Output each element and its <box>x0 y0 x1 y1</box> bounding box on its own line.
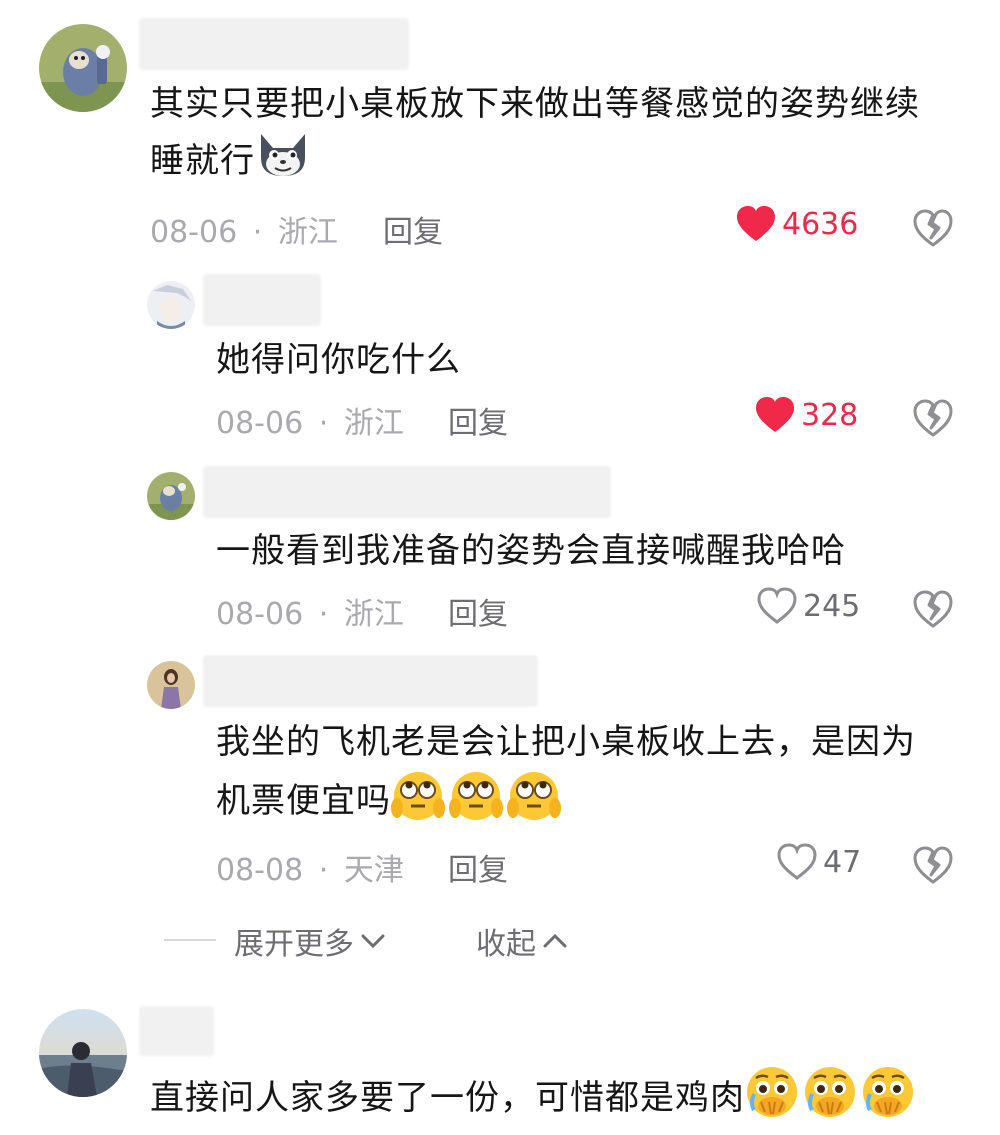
broken-heart-icon <box>913 846 953 884</box>
like-count: 47 <box>823 844 862 880</box>
avatar[interactable] <box>39 1009 127 1097</box>
dislike-button[interactable] <box>913 589 953 633</box>
comment-location: 浙江 <box>343 406 404 441</box>
chevron-down-icon <box>361 934 385 949</box>
collapse-button[interactable]: 收起 <box>476 919 568 963</box>
reply-button[interactable]: 回复 <box>448 398 508 442</box>
comment-date: 08-08 <box>216 853 304 888</box>
broken-heart-icon <box>913 399 953 437</box>
reply-button[interactable]: 回复 <box>448 845 508 889</box>
username-redacted[interactable] <box>203 655 538 707</box>
broken-heart-icon <box>913 209 953 247</box>
divider-line <box>164 939 216 941</box>
comment-date: 08-06 <box>216 406 304 441</box>
comment-text: 直接问人家多要了一份，可惜都是鸡肉 <box>150 1064 990 1135</box>
meta-separator: · <box>252 215 263 250</box>
reply-text: 她得问你吃什么 <box>216 340 461 380</box>
avatar[interactable] <box>39 24 127 112</box>
comment-location: 浙江 <box>277 215 338 250</box>
avatar[interactable] <box>147 661 195 709</box>
like-count: 328 <box>801 397 859 433</box>
like-button[interactable]: 328 <box>755 396 858 434</box>
like-count: 4636 <box>782 206 859 242</box>
comment-meta: 08-08 · 天津 <box>216 845 404 889</box>
like-button[interactable]: 4636 <box>736 205 858 243</box>
heart-filled-icon <box>737 206 775 241</box>
dislike-button[interactable] <box>913 845 953 889</box>
comment-text: 其实只要把小桌板放下来做出等餐感觉的姿势继续 睡就行 <box>150 78 980 195</box>
reply-button[interactable]: 回复 <box>448 589 508 633</box>
eye-roll-emoji <box>391 768 565 837</box>
dislike-button[interactable] <box>913 208 953 252</box>
heart-filled-icon <box>756 397 794 432</box>
reply-button[interactable]: 回复 <box>383 207 443 251</box>
comment-date: 08-06 <box>150 215 238 250</box>
comment-meta: 08-06 · 浙江 <box>216 589 404 633</box>
comment-date: 08-06 <box>216 597 304 632</box>
username-redacted[interactable] <box>139 18 409 70</box>
heart-outline-icon <box>757 587 797 624</box>
chevron-up-icon <box>543 933 567 948</box>
reply-text: 我坐的飞机老是会让把小桌板收上去，是因为 机票便宜吗 <box>216 716 976 837</box>
like-count: 245 <box>803 588 861 624</box>
username-redacted[interactable] <box>203 466 611 518</box>
heart-outline-icon <box>777 843 817 880</box>
wolf-grin-emoji <box>255 130 311 195</box>
comment-meta: 08-06 · 浙江 <box>216 398 404 442</box>
broken-heart-icon <box>913 590 953 628</box>
collapse-label: 收起 <box>476 927 536 962</box>
like-button[interactable]: 47 <box>777 843 861 881</box>
meta-separator: · <box>318 597 329 632</box>
expand-more-label: 展开更多 <box>234 927 354 962</box>
comment-location: 浙江 <box>343 597 404 632</box>
dislike-button[interactable] <box>913 398 953 442</box>
comment-meta: 08-06 · 浙江 <box>150 207 338 251</box>
like-button[interactable]: 245 <box>757 587 860 625</box>
crying-emoji <box>745 1064 919 1135</box>
avatar[interactable] <box>147 472 195 520</box>
meta-separator: · <box>318 406 329 441</box>
username-redacted[interactable] <box>139 1006 214 1056</box>
expand-more-button[interactable]: 展开更多 <box>234 919 386 963</box>
comment-location: 天津 <box>343 853 404 888</box>
reply-text: 一般看到我准备的姿势会直接喊醒我哈哈 <box>216 531 846 571</box>
meta-separator: · <box>318 853 329 888</box>
avatar[interactable] <box>147 281 195 329</box>
username-redacted[interactable] <box>203 274 321 326</box>
